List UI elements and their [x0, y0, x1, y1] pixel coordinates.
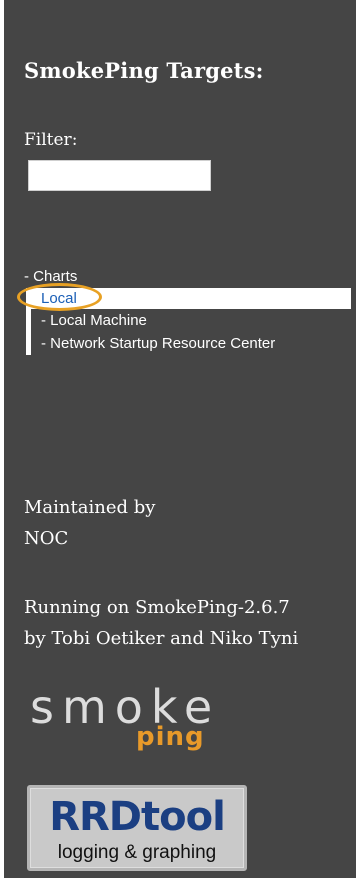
authors-line[interactable]: by Tobi Oetiker and Niko Tyni [24, 623, 298, 654]
sidebar-panel: SmokePing Targets: Filter: - Charts Loca… [4, 0, 356, 878]
filter-label: Filter: [24, 130, 78, 150]
maintained-by: Maintained by NOC [24, 492, 155, 554]
rrdtool-logo[interactable]: RRDtool logging & graphing [27, 785, 247, 871]
tree-item-local-label: Local [41, 290, 77, 307]
tree-item-local[interactable]: Local [17, 283, 351, 311]
filter-input[interactable] [28, 160, 211, 191]
tree-item-local-machine[interactable]: - Local Machine [41, 309, 354, 332]
sidebar-title: SmokePing Targets: [24, 58, 264, 83]
tree-item-charts[interactable]: - Charts [24, 266, 354, 288]
tree-group-local: Local - Local Machine - Network Startup … [17, 283, 354, 355]
running-on: Running on SmokePing-2.6.7 by Tobi Oetik… [24, 592, 298, 654]
smokeping-logo[interactable]: smoke ping [30, 680, 250, 760]
version-line[interactable]: Running on SmokePing-2.6.7 [24, 592, 298, 623]
tree-item-nsrc[interactable]: - Network Startup Resource Center [41, 332, 354, 355]
rrdtool-logo-sub: logging & graphing [57, 842, 217, 863]
maintainer-name: NOC [24, 528, 69, 549]
target-tree: - Charts Local - Local Machine - Network… [17, 266, 354, 355]
rrdtool-logo-word: RRDtool [49, 794, 226, 840]
maintained-label: Maintained by [24, 497, 156, 518]
smokeping-logo-sub: ping [136, 722, 205, 752]
